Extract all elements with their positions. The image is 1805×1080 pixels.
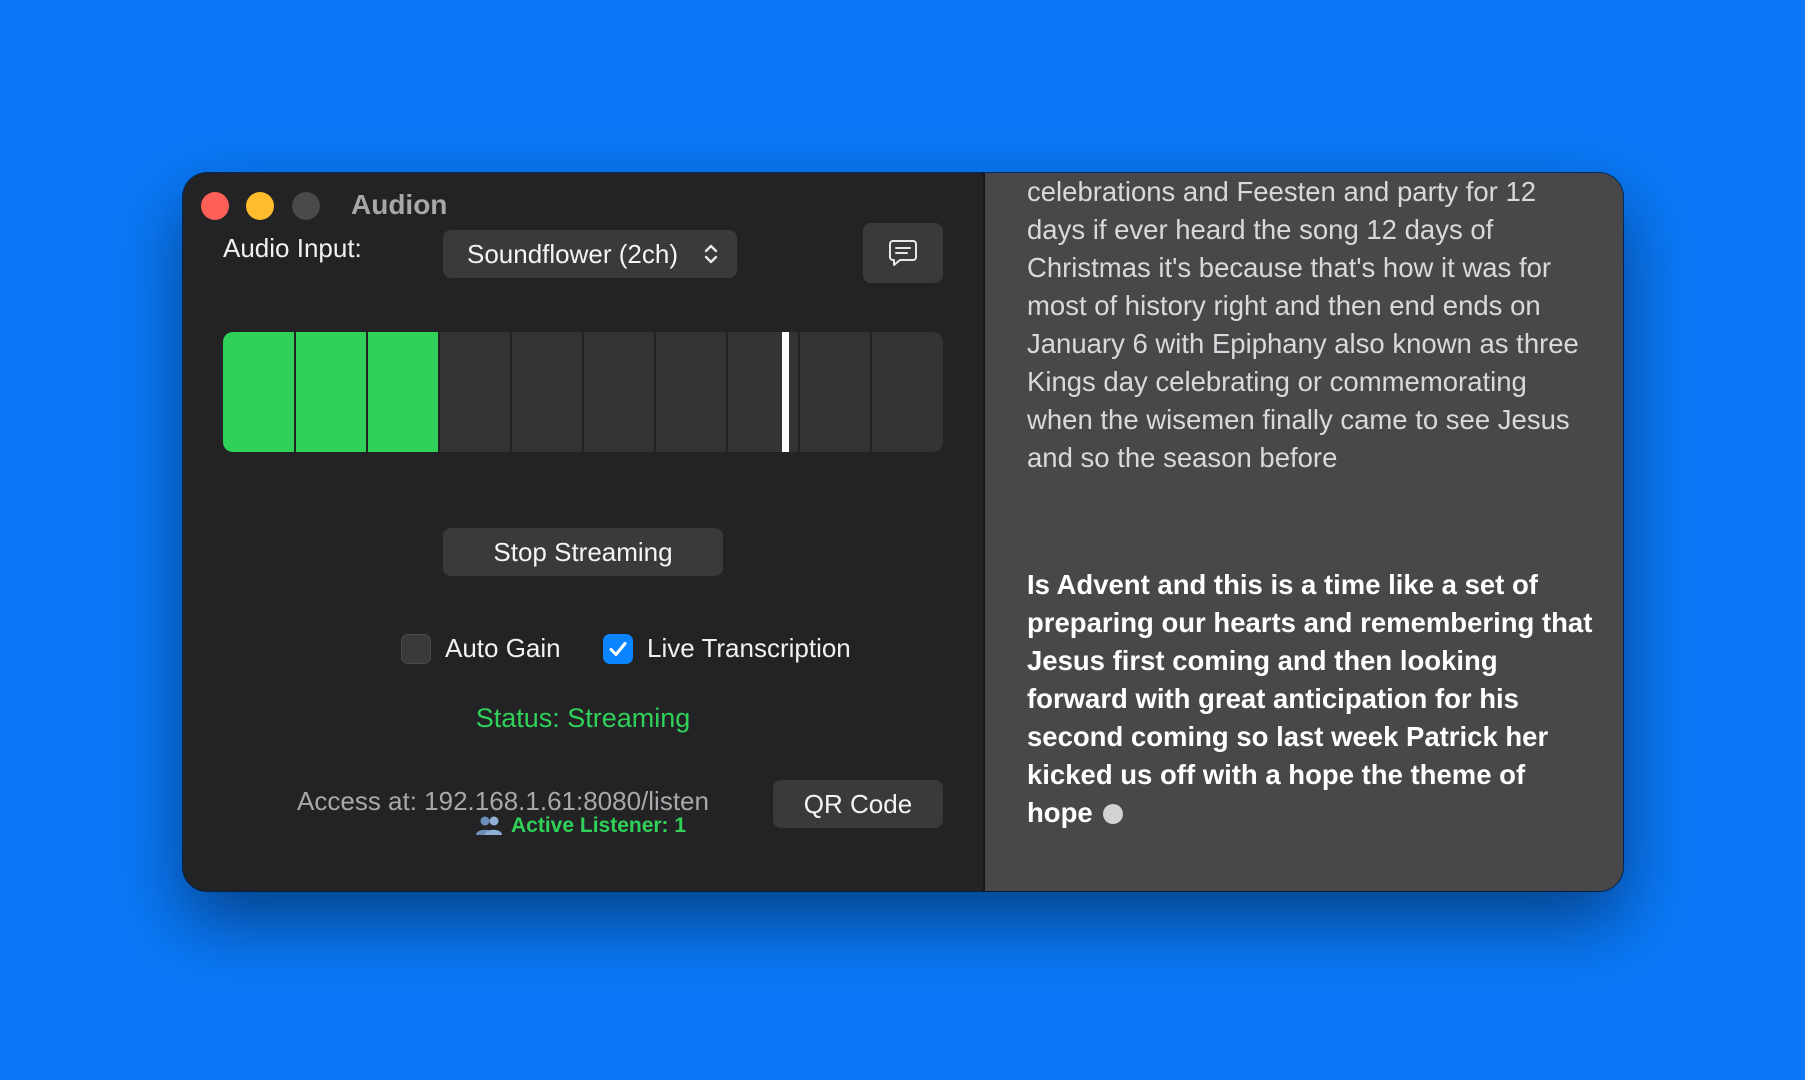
live-transcription-checkbox[interactable]: Live Transcription [603,633,851,664]
meter-segment-divider [582,332,584,452]
active-listeners-label: Active Listener: 1 [511,814,687,837]
chevron-up-down-icon [704,244,718,264]
audio-input-label: Audio Input: [223,233,362,263]
live-transcription-checkbox-box[interactable] [603,633,633,664]
live-transcription-label: Live Transcription [647,633,851,663]
transcript-pane: celebrations and Feesten and party for 1… [985,173,1623,891]
meter-segment-divider [798,332,800,452]
transcript-previous-paragraph: celebrations and Feesten and party for 1… [1027,176,1579,473]
transcript-current-paragraph: Is Advent and this is a time like a set … [1027,566,1597,832]
zoom-window-button[interactable] [292,192,320,220]
meter-segment-divider [726,332,728,452]
auto-gain-checkbox-box[interactable] [401,633,431,664]
audio-input-value: Soundflower (2ch) [467,238,678,269]
chat-bubble-icon [889,240,917,266]
audio-input-select[interactable]: Soundflower (2ch) [443,230,737,278]
auto-gain-label: Auto Gain [445,633,561,663]
people-icon [476,816,502,835]
auto-gain-checkbox[interactable]: Auto Gain [401,633,561,664]
transcript-current-text: Is Advent and this is a time like a set … [1027,569,1593,828]
streaming-status: Status: Streaming [475,703,691,733]
audio-level-meter [223,332,943,452]
meter-segment-divider [438,332,440,452]
qr-code-button[interactable]: QR Code [773,780,943,828]
control-pane: Audion Audio Input: Soundflower (2ch) St… [183,173,983,891]
meter-segment-divider [654,332,656,452]
active-listeners: Active Listener: 1 [475,814,686,838]
window-title: Audion [351,189,448,220]
app-window: Audion Audio Input: Soundflower (2ch) St… [183,173,1623,891]
stop-streaming-button[interactable]: Stop Streaming [443,528,723,576]
audio-peak-marker [781,332,789,452]
meter-segment-divider [510,332,512,452]
typing-indicator-icon [1102,804,1123,824]
meter-segment-divider [294,332,296,452]
minimize-window-button[interactable] [246,192,274,220]
close-window-button[interactable] [201,192,229,220]
desktop-background: Audion Audio Input: Soundflower (2ch) St… [0,0,1805,1080]
meter-segment-divider [870,332,872,452]
audio-level-fill [223,332,439,452]
checkmark-icon [609,641,627,656]
transcript-toggle-button[interactable] [863,223,943,283]
access-url: Access at: 192.168.1.61:8080/listen [297,786,709,816]
meter-segment-divider [366,332,368,452]
